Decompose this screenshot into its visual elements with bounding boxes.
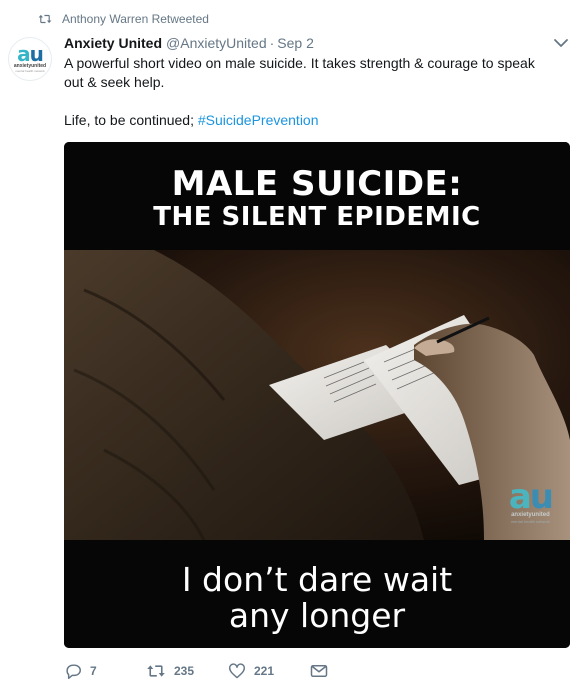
like-button[interactable]: 221 xyxy=(228,663,310,679)
media-title-band: MALE SUICIDE: THE SILENT EPIDEMIC xyxy=(64,142,570,250)
retweet-count: 235 xyxy=(174,664,195,678)
media-title-line2: THE SILENT EPIDEMIC xyxy=(153,202,481,232)
tweet[interactable]: Anthony Warren Retweeted au anxietyunite… xyxy=(0,0,580,683)
media-caption-band: I don’t dare wait any longer xyxy=(64,540,570,648)
watermark-logo: au xyxy=(508,477,554,517)
reply-icon xyxy=(66,664,81,679)
heart-icon xyxy=(229,663,245,679)
media-scene xyxy=(64,250,570,540)
media-caption-line1: I don’t dare wait xyxy=(181,560,453,599)
retweet-context-text[interactable]: Anthony Warren Retweeted xyxy=(62,12,209,26)
retweet-button[interactable]: 235 xyxy=(146,663,228,679)
retweet-icon xyxy=(38,14,52,24)
tweet-header: Anxiety United @AnxietyUnited · Sep 2 xyxy=(64,33,314,53)
tweet-text-line2: Life, to be continued; #SuicidePreventio… xyxy=(64,111,544,130)
watermark-tagline: mental health network xyxy=(510,519,550,524)
chevron-down-icon[interactable] xyxy=(553,36,569,50)
media-caption-line2: any longer xyxy=(228,596,406,635)
avatar[interactable]: au anxietyunited mental health network xyxy=(8,37,52,81)
separator: · xyxy=(269,35,275,51)
tweet-text-line1: A powerful short video on male suicide. … xyxy=(64,55,535,90)
hashtag-link[interactable]: #SuicidePrevention xyxy=(198,112,319,128)
tweet-media[interactable]: MALE SUICIDE: THE SILENT EPIDEMIC au anx… xyxy=(64,142,570,648)
watermark-brand: anxietyunited xyxy=(511,512,550,518)
media-title-line1: MALE SUICIDE: xyxy=(171,164,463,204)
retweet-context: Anthony Warren Retweeted xyxy=(38,11,209,27)
avatar-logo: au xyxy=(17,42,44,66)
author-name[interactable]: Anxiety United xyxy=(64,35,162,51)
tweet-text: A powerful short video on male suicide. … xyxy=(64,54,544,130)
direct-message-button[interactable] xyxy=(310,664,328,678)
reply-count: 7 xyxy=(90,664,97,678)
reply-button[interactable]: 7 xyxy=(64,663,146,679)
author-handle[interactable]: @AnxietyUnited xyxy=(166,35,267,51)
retweet-icon xyxy=(147,665,165,677)
tweet-actions: 7 235 221 xyxy=(64,660,328,682)
tweet-date[interactable]: Sep 2 xyxy=(277,35,314,51)
like-count: 221 xyxy=(254,664,275,678)
avatar-tagline: mental health network xyxy=(15,69,45,73)
tweet-text-prefix: Life, to be continued; xyxy=(64,112,198,128)
envelope-icon xyxy=(310,665,328,677)
media-watermark: au anxietyunited mental health network xyxy=(508,477,554,524)
